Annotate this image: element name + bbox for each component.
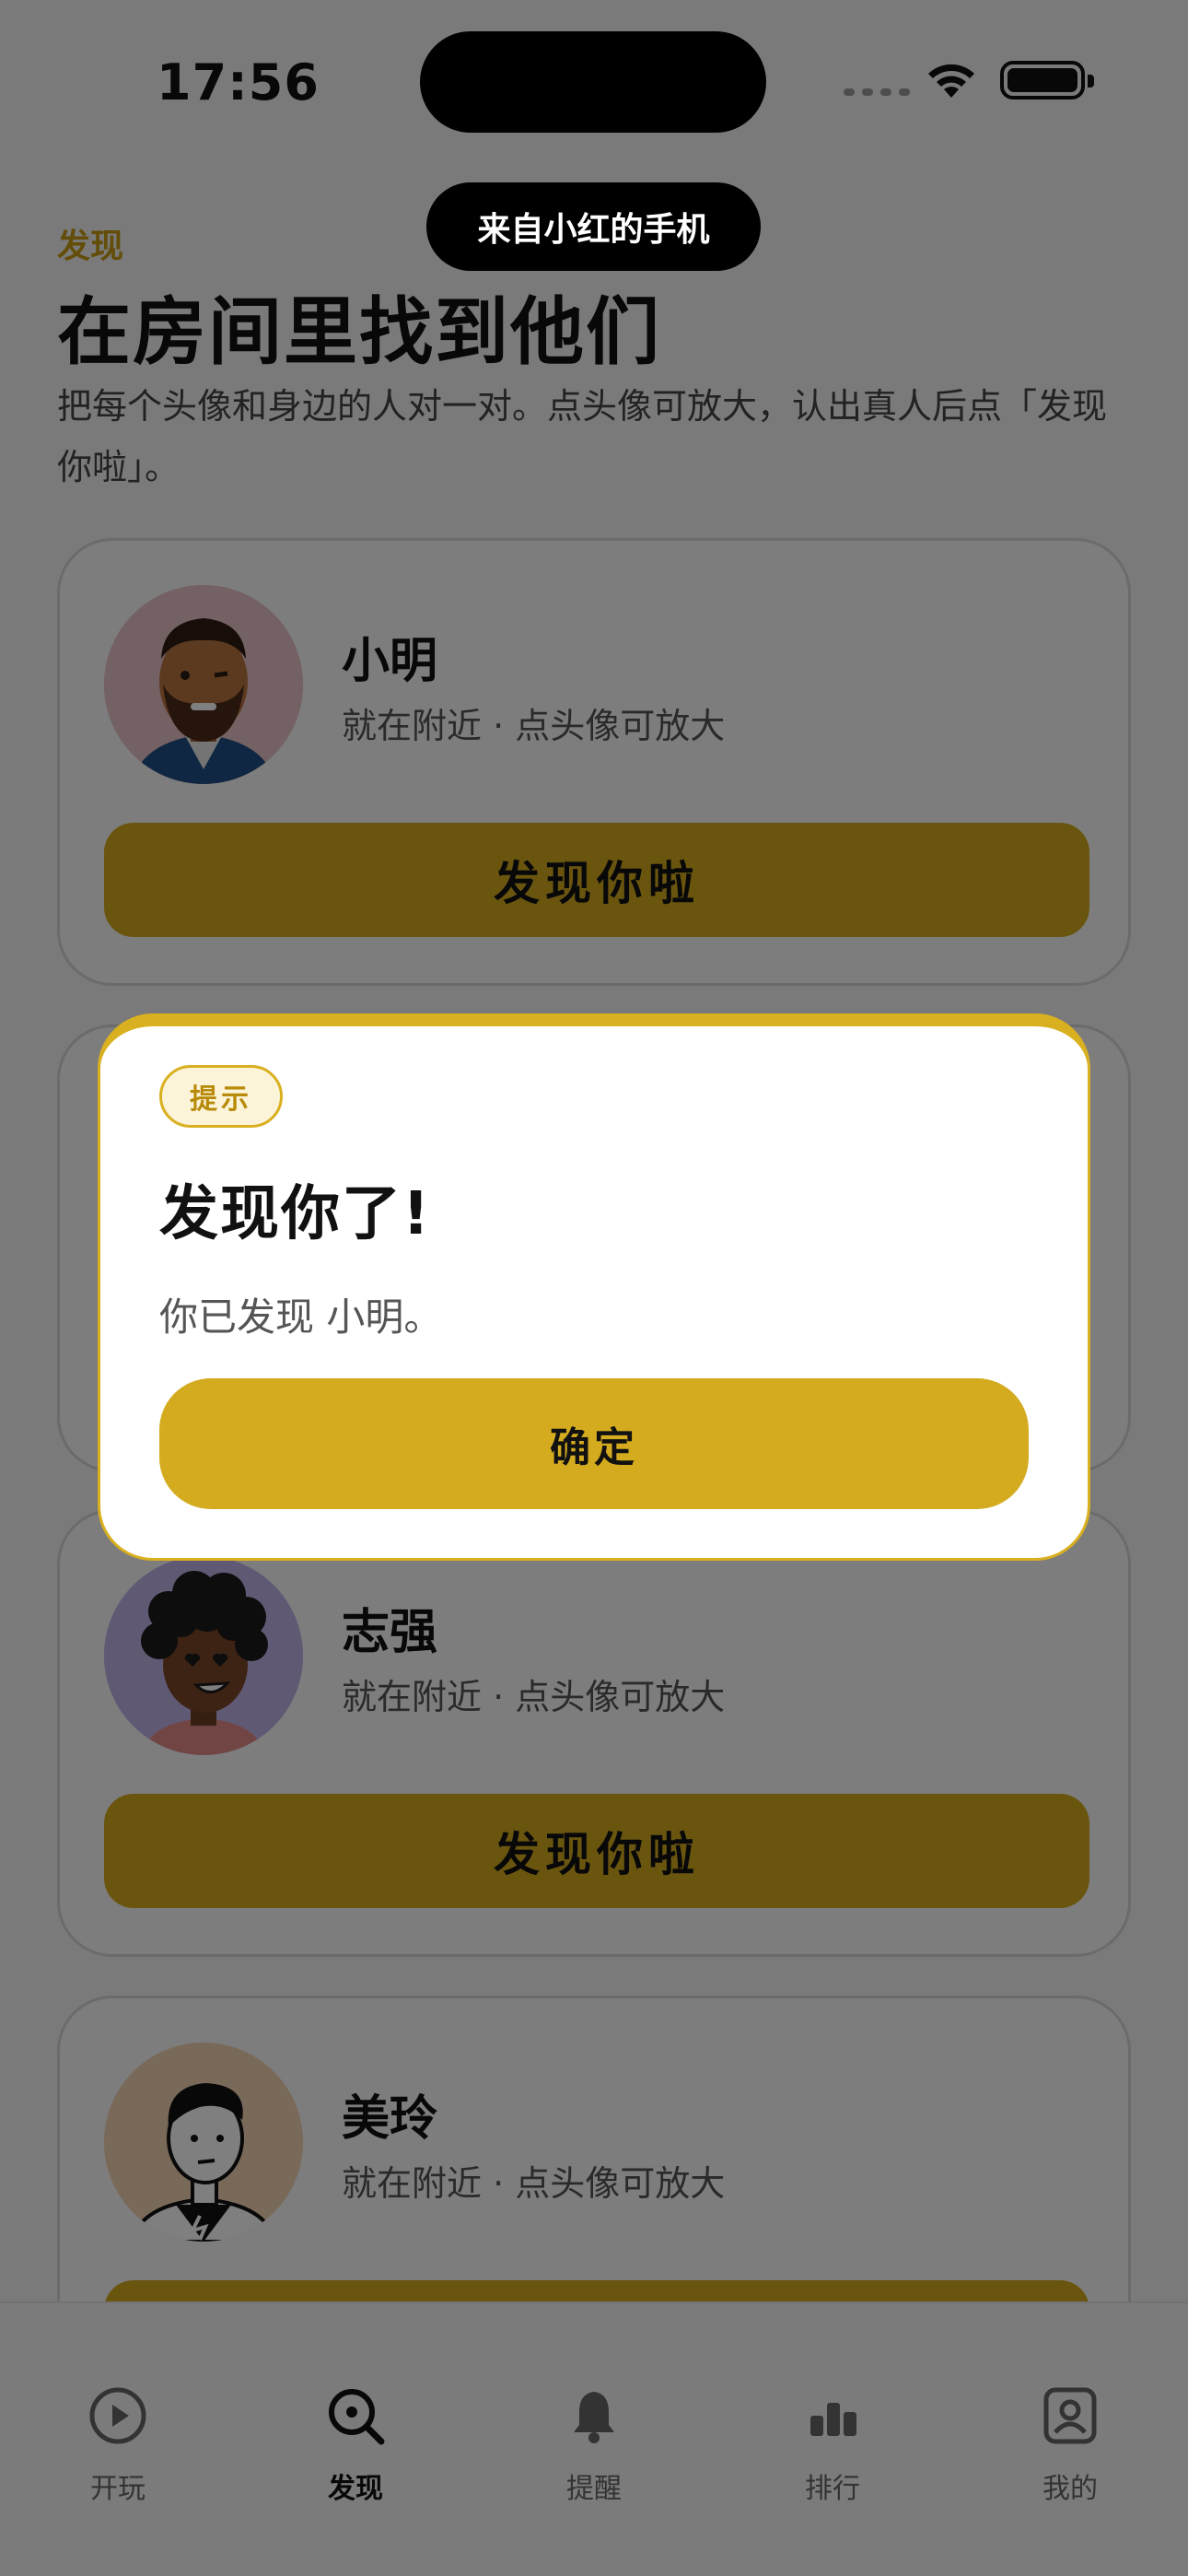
dialog-message: 你已发现 小明。 <box>159 1294 443 1340</box>
hint-badge: 提示 <box>159 1065 283 1128</box>
screen: 17:56 发现 在房间里找到他们 把每个头像和身边的人对一对。点头像可放大，认… <box>0 0 1188 2576</box>
confirm-button[interactable]: 确定 <box>159 1378 1029 1509</box>
found-dialog: 提示 发现你了! 你已发现 小明。 确定 <box>98 1013 1090 1561</box>
dialog-title: 发现你了! <box>159 1180 432 1248</box>
device-toast: 来自小红的手机 <box>426 182 761 271</box>
